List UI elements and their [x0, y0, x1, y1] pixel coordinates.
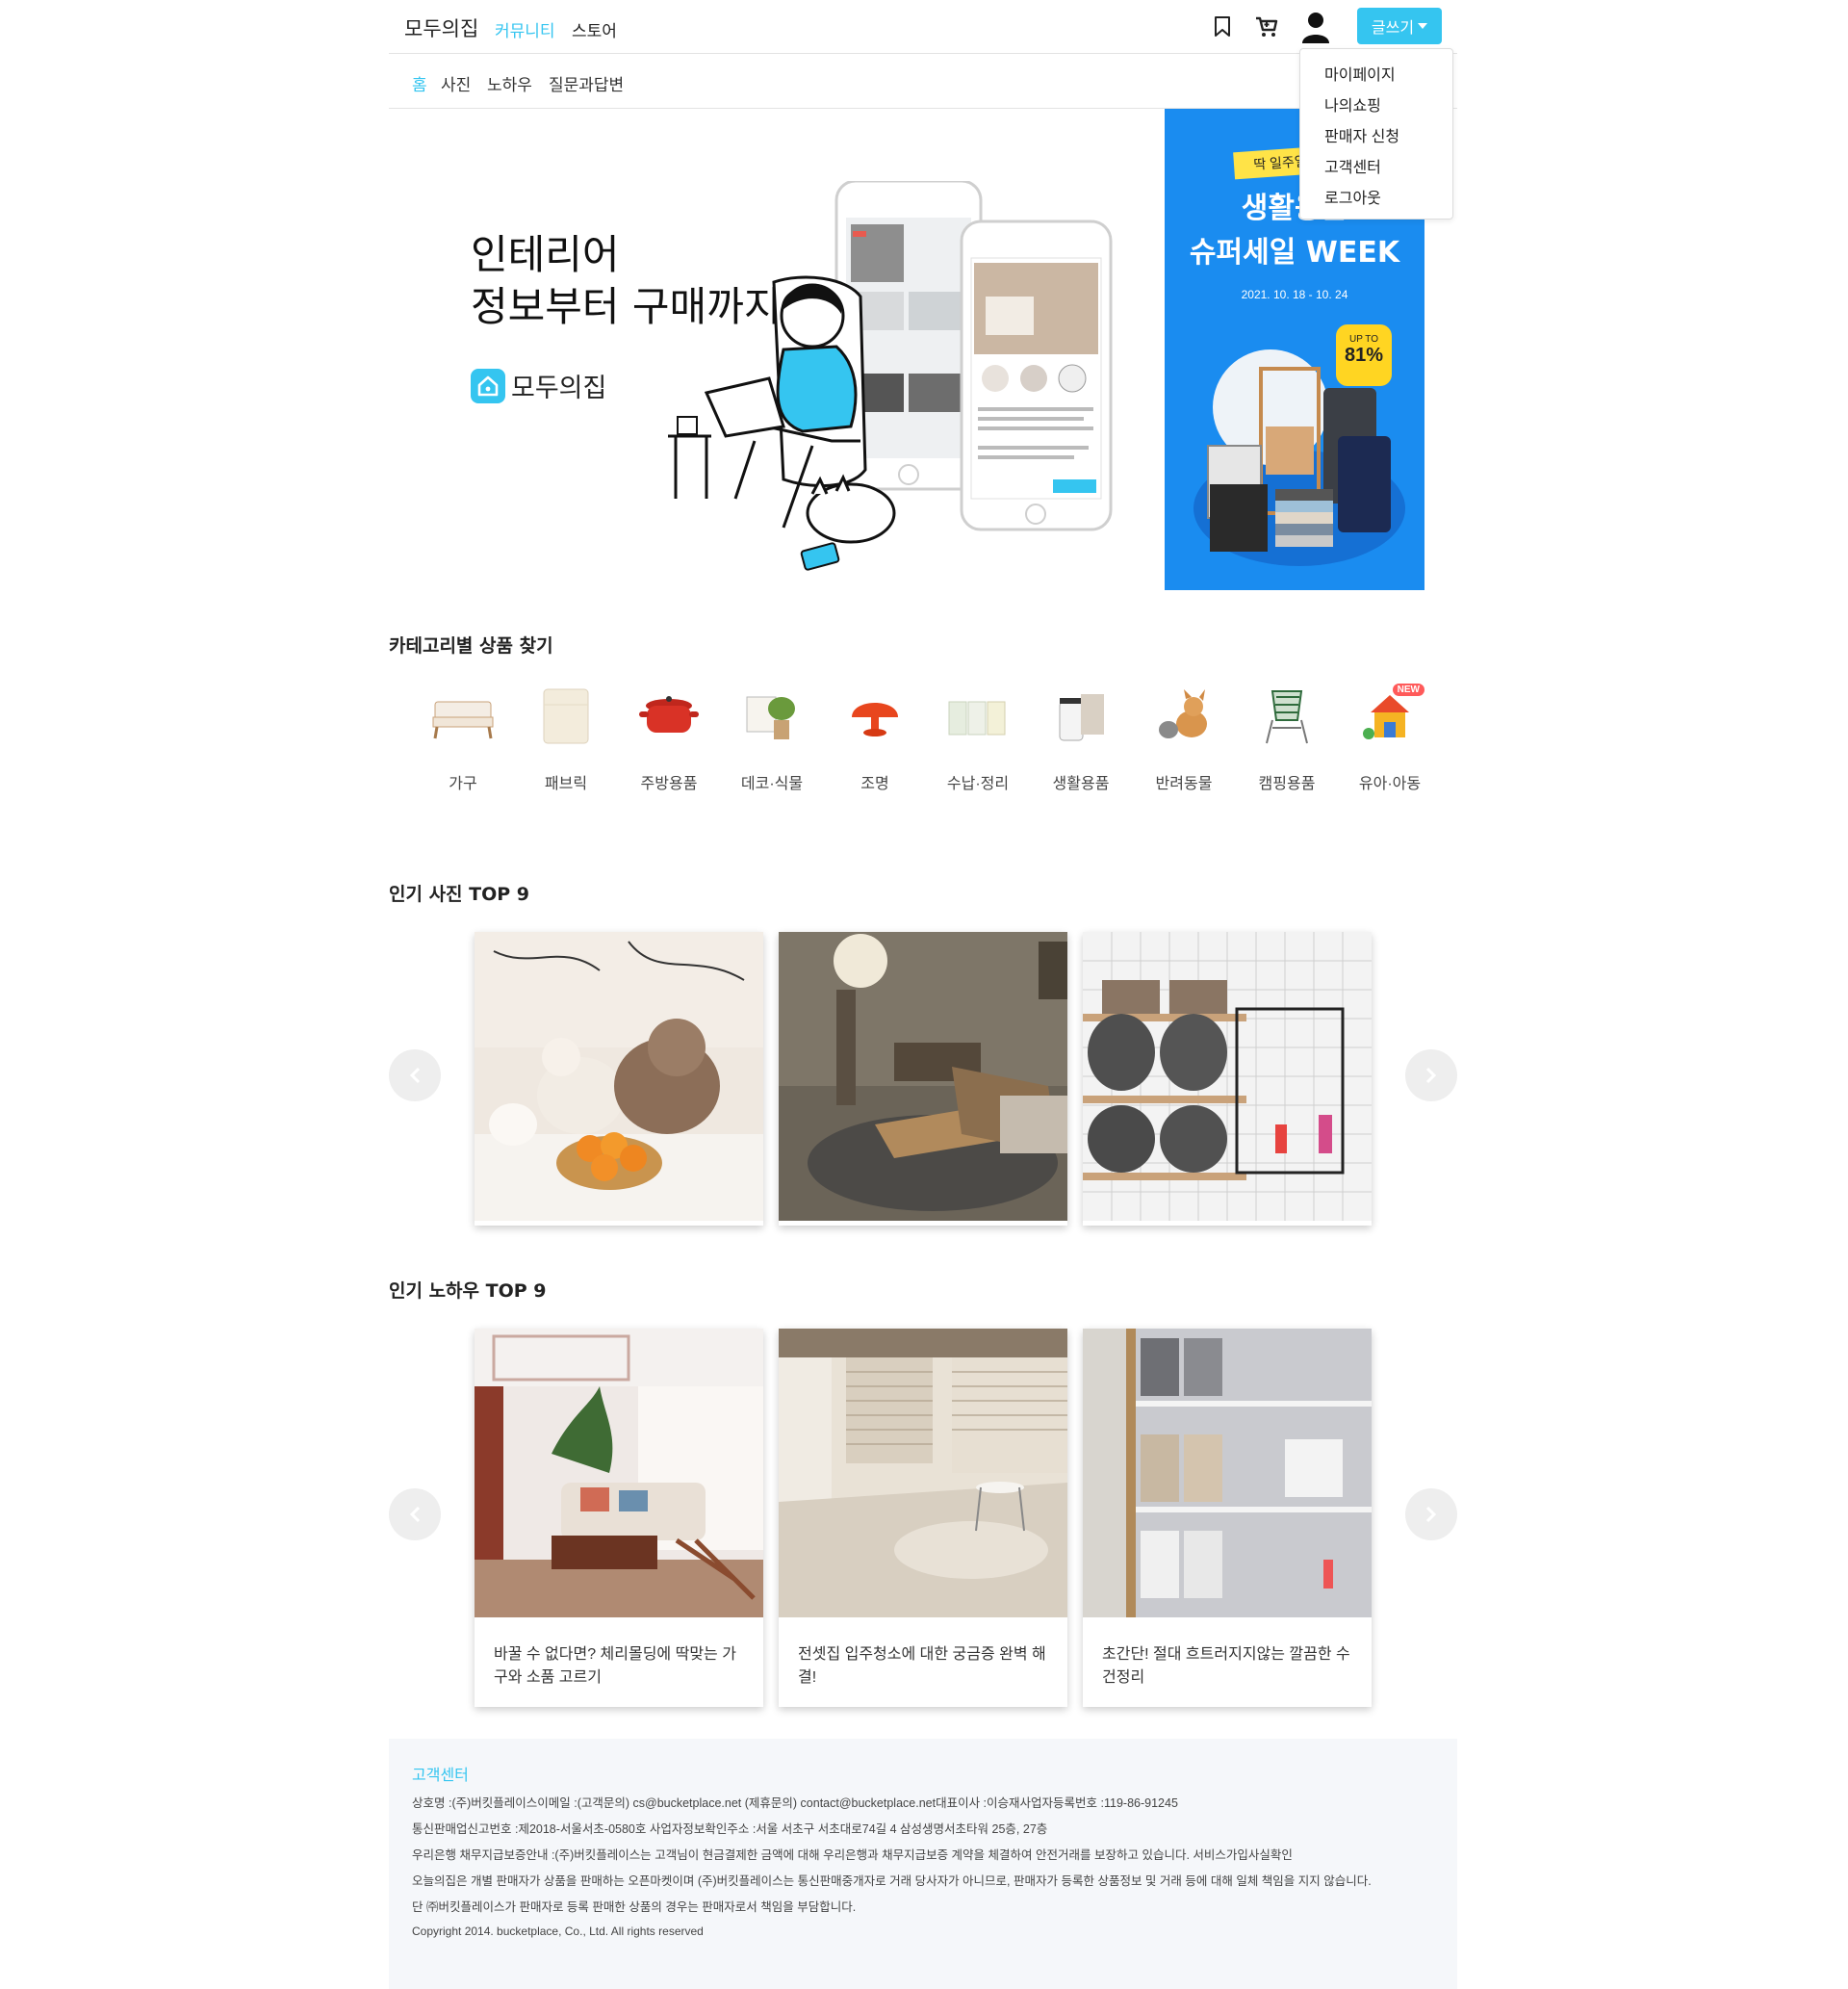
knowhow-card[interactable]: 초간단! 절대 흐트러지지않는 깔끔한 수건정리	[1083, 1329, 1372, 1707]
living-room-sofa-photo	[475, 1329, 763, 1617]
footer-line: 상호명 :(주)버킷플레이스이메일 :(고객문의) cs@bucketplace…	[412, 1796, 1178, 1810]
hero-brand: 모두의집	[471, 367, 606, 404]
dog-icon	[1149, 682, 1219, 751]
category-item[interactable]: 캠핑용품	[1239, 682, 1335, 793]
menu-item-mypage[interactable]: 마이페이지	[1300, 61, 1452, 91]
chevron-left-icon	[409, 1067, 421, 1084]
photo-card[interactable]	[779, 932, 1067, 1226]
chevron-right-icon	[1425, 1506, 1437, 1523]
knowhow-card-text: 바꿀 수 없다면? 체리몰딩에 딱맞는 가구와 소품 고르기	[494, 1646, 736, 1686]
menu-item-seller-apply[interactable]: 판매자 신청	[1300, 122, 1452, 153]
plant-icon	[737, 682, 807, 751]
footer-title[interactable]: 고객센터	[412, 1762, 1434, 1785]
photo-card[interactable]	[1083, 932, 1372, 1226]
category-label: 유아·아동	[1358, 776, 1422, 792]
subnav-photos[interactable]: 사진	[441, 71, 471, 95]
footer: 고객센터 상호명 :(주)버킷플레이스이메일 :(고객문의) cs@bucket…	[389, 1739, 1457, 1989]
write-button-label: 글쓰기	[1371, 20, 1415, 37]
toy-house-icon: NEW	[1355, 682, 1424, 751]
promo-products-image	[1194, 349, 1405, 566]
promo-date: 2021. 10. 18 - 10. 24	[1241, 288, 1348, 301]
user-avatar-icon[interactable]	[1299, 10, 1332, 44]
knowhow-card-text: 초간단! 절대 흐트러지지않는 깔끔한 수건정리	[1102, 1646, 1350, 1686]
categories-title: 카테고리별 상품 찾기	[389, 635, 553, 657]
house-logo-icon	[471, 368, 505, 403]
category-label: 조명	[860, 776, 889, 792]
category-item[interactable]: 조명	[827, 682, 923, 793]
footer-line: 오늘의집은 개별 판매자가 상품을 판매하는 오픈마켓이며 (주)버킷플레이스는…	[412, 1874, 1372, 1888]
bathroom-towel-shelf-photo	[1083, 932, 1372, 1221]
category-label: 생활용품	[1052, 776, 1110, 792]
user-dropdown-menu: 마이페이지 나의쇼핑 판매자 신청 고객센터 로그아웃	[1299, 48, 1453, 220]
category-item[interactable]: 가구	[415, 682, 511, 793]
knowhow-prev-button[interactable]	[389, 1488, 441, 1540]
hero-illustration	[668, 181, 1113, 571]
category-label: 캠핑용품	[1258, 776, 1316, 792]
subnav-qna[interactable]: 질문과답변	[549, 71, 624, 95]
category-label: 수납·정리	[946, 776, 1010, 792]
storage-box-icon	[943, 682, 1013, 751]
menu-item-customer-center[interactable]: 고객센터	[1300, 153, 1452, 184]
menu-item-my-shopping[interactable]: 나의쇼핑	[1300, 91, 1452, 122]
nav-community[interactable]: 커뮤니티	[495, 17, 555, 41]
subnav-home[interactable]: 홈	[412, 71, 427, 95]
bedding-icon	[531, 682, 601, 751]
footer-line: 통신판매업신고번호 :제2018-서울서초-0580호 사업자정보확인주소 :서…	[412, 1822, 1048, 1836]
category-label: 패브릭	[544, 776, 588, 792]
category-label: 주방용품	[640, 776, 698, 792]
cart-icon[interactable]	[1251, 12, 1282, 42]
knowhow-card[interactable]: 전셋집 입주청소에 대한 궁금증 완벽 해결!	[779, 1329, 1067, 1707]
knowhow-card-text: 전셋집 입주청소에 대한 궁금증 완벽 해결!	[798, 1646, 1046, 1686]
knowhow-title: 인기 노하우 TOP 9	[389, 1280, 547, 1302]
menu-item-logout[interactable]: 로그아웃	[1300, 184, 1452, 215]
sub-navbar: 홈 사진 노하우 질문과답변	[389, 55, 1457, 109]
photo-card[interactable]	[475, 932, 763, 1226]
category-item[interactable]: 수납·정리	[930, 682, 1026, 793]
category-label: 반려동물	[1155, 776, 1213, 792]
knowhow-next-button[interactable]	[1405, 1488, 1457, 1540]
bright-apartment-photo	[779, 1329, 1067, 1617]
promo-title-line2: 슈퍼세일 WEEK	[1189, 236, 1400, 270]
nav-store[interactable]: 스토어	[572, 17, 617, 41]
camping-chair-icon	[1252, 682, 1322, 751]
dim-living-room-photo	[779, 932, 1067, 1221]
trash-bin-icon	[1046, 682, 1116, 751]
sofa-icon	[428, 682, 498, 751]
category-label: 가구	[449, 776, 477, 792]
photos-next-button[interactable]	[1405, 1049, 1457, 1101]
pot-icon	[634, 682, 704, 751]
towel-closet-photo	[1083, 1329, 1372, 1617]
caret-down-icon	[1418, 23, 1428, 29]
category-item[interactable]: 생활용품	[1033, 682, 1129, 793]
category-item[interactable]: 데코·식물	[724, 682, 820, 793]
hero-brand-label: 모두의집	[511, 374, 607, 403]
footer-line: 단 ㈜버킷플레이스가 판매자로 등록 판매한 상품의 경우는 판매자로서 책임을…	[412, 1900, 857, 1914]
knowhow-card[interactable]: 바꿀 수 없다면? 체리몰딩에 딱맞는 가구와 소품 고르기	[475, 1329, 763, 1707]
category-item[interactable]: 반려동물	[1136, 682, 1232, 793]
photos-prev-button[interactable]	[389, 1049, 441, 1101]
top-navbar: 모두의집 커뮤니티 스토어 글쓰기	[389, 0, 1457, 54]
category-item[interactable]: 패브릭	[518, 682, 614, 793]
bookmark-icon[interactable]	[1207, 12, 1238, 42]
chevron-left-icon	[409, 1506, 421, 1523]
photos-title: 인기 사진 TOP 9	[389, 884, 530, 905]
category-item[interactable]: NEW 유아·아동	[1342, 682, 1438, 793]
lamp-icon	[840, 682, 910, 751]
category-label: 데코·식물	[740, 776, 804, 792]
subnav-knowhow[interactable]: 노하우	[487, 71, 532, 95]
category-list: 가구 패브릭 주방용품 데코·식물 조명 수납·정리 생활용품 반려동물 캠핑용…	[389, 682, 1457, 807]
bedroom-plush-toys-photo	[475, 932, 763, 1221]
footer-line: 우리은행 채무지급보증안내 :(주)버킷플레이스는 고객님이 현금결제한 금액에…	[412, 1848, 1293, 1862]
write-button[interactable]: 글쓰기	[1357, 8, 1442, 44]
new-badge: NEW	[1392, 684, 1424, 696]
chevron-right-icon	[1425, 1067, 1437, 1084]
category-item[interactable]: 주방용품	[621, 682, 717, 793]
footer-copyright: Copyright 2014. bucketplace, Co., Ltd. A…	[412, 1924, 704, 1938]
logo[interactable]: 모두의집	[404, 13, 478, 42]
